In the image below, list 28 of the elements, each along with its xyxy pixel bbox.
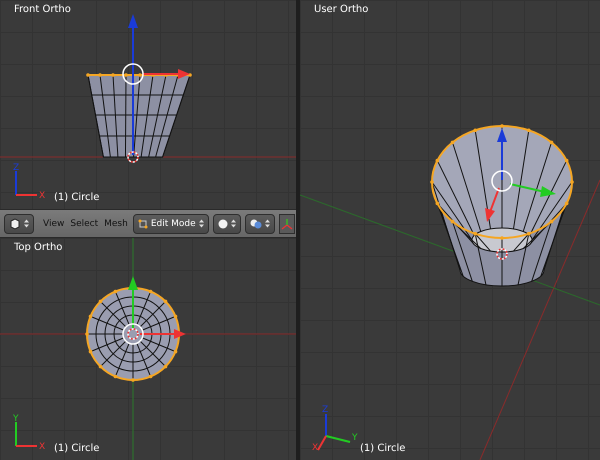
cube-icon (9, 218, 21, 230)
viewport-panel[interactable]: Top Ortho Y X (1) Circle (0, 238, 296, 460)
menu-item[interactable]: View (42, 218, 66, 229)
viewport-panel[interactable]: User Ortho Z Y X (1) Circle (300, 0, 600, 460)
viewport-title: Front Ortho (14, 4, 71, 15)
mesh-icon (138, 218, 148, 229)
updown-arrows-icon (264, 219, 270, 228)
object-name-label: (1) Circle (54, 192, 100, 204)
object-name-label: (1) Circle (54, 443, 100, 454)
axis-gizmo-drawing: Z X (10, 161, 48, 202)
updown-arrows-icon (24, 219, 29, 228)
mode-dropdown[interactable]: Edit Mode (132, 214, 209, 234)
viewport-title: Top Ortho (14, 242, 62, 253)
shading-dropdown[interactable] (212, 214, 241, 234)
editor-type-button[interactable] (4, 214, 34, 234)
updown-arrows-icon (230, 219, 236, 228)
object-name-label: (1) Circle (360, 443, 406, 454)
menu-item[interactable]: Select (69, 218, 100, 229)
pivot-dropdown[interactable] (244, 214, 275, 234)
pivot-icon (250, 218, 262, 229)
sphere-icon (218, 218, 228, 229)
viewport-panel[interactable]: Front Ortho Z X (1) Circle (0, 0, 296, 210)
viewport-title: User Ortho (314, 4, 368, 15)
menu-item[interactable]: Mesh (103, 218, 129, 229)
manipulator-toggle[interactable] (278, 214, 295, 234)
axis-gizmo-drawing: Y X (10, 412, 48, 452)
updown-arrows-icon (198, 219, 204, 228)
axes-icon (280, 218, 293, 230)
